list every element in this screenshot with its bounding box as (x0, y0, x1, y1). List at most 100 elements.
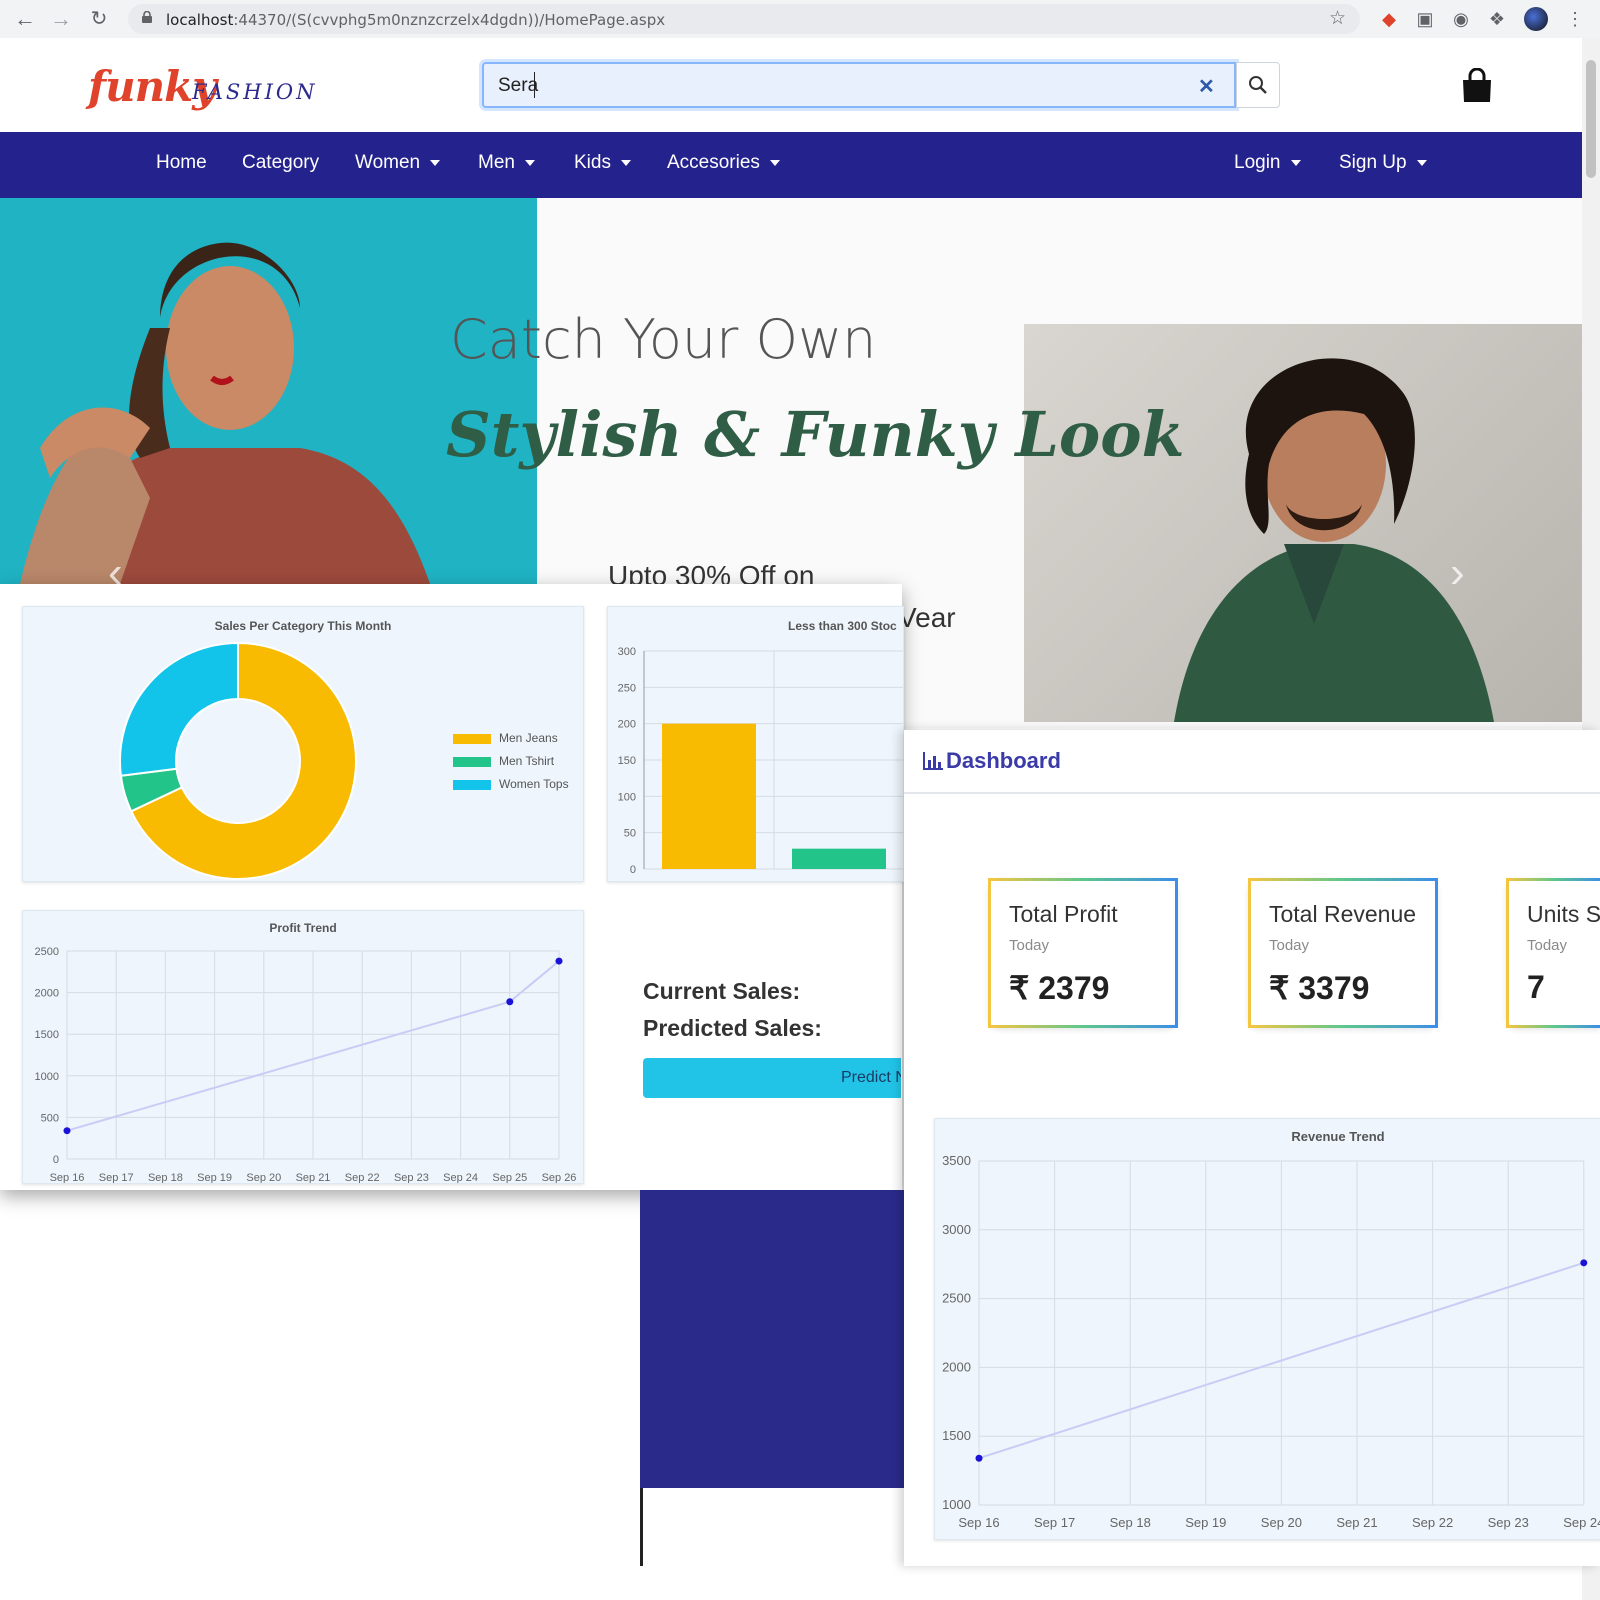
y-tick-label: 200 (618, 719, 636, 731)
y-tick-label: 500 (41, 1112, 59, 1124)
legend-item[interactable]: Women Tops (453, 777, 569, 800)
nav-kids[interactable]: Kids (574, 152, 631, 174)
legend-item[interactable]: Men Jeans (453, 731, 569, 754)
chevron-down-icon (1290, 159, 1301, 166)
nav-accessories-label: Accesories (667, 152, 760, 173)
hero-woman-photo (0, 198, 537, 584)
predict-button[interactable]: Predict N (643, 1058, 901, 1098)
nav-kids-label: Kids (574, 152, 611, 173)
clear-search-icon[interactable]: ✕ (1198, 74, 1215, 99)
y-tick-label: 0 (630, 864, 636, 876)
search-input[interactable] (482, 62, 1236, 108)
reader-icon[interactable]: ▣ (1414, 8, 1436, 30)
y-tick-label: 0 (53, 1154, 59, 1166)
dashboard-title: Dashboard (946, 748, 1061, 773)
back-icon[interactable]: ← (12, 6, 38, 32)
y-tick-label: 1000 (942, 1497, 971, 1512)
hero-offer-text-continued: Vear (898, 602, 956, 633)
chevron-down-icon (769, 159, 780, 166)
current-sales-label: Current Sales: (643, 978, 801, 1004)
nav-women[interactable]: Women (355, 152, 441, 174)
legend-swatch (453, 756, 491, 767)
kpi-card-total-revenue: Total Revenue Today ₹ 3379 (1248, 878, 1438, 1028)
nav-category[interactable]: Category (242, 152, 319, 174)
nav-accessories[interactable]: Accesories (667, 152, 780, 174)
legend-swatch (453, 779, 491, 790)
dashboard-sidebar (640, 1190, 904, 1488)
x-tick-label: Sep 20 (246, 1172, 281, 1183)
search-input-value: Sera (498, 75, 539, 96)
y-tick-label: 3500 (942, 1153, 971, 1168)
chevron-down-icon (620, 159, 631, 166)
x-tick-label: Sep 16 (50, 1172, 85, 1183)
x-tick-label: Sep 17 (99, 1172, 134, 1183)
profit-trend-card: Profit Trend 0 500 1000 1500 2000 2500 Sep 16 S… (22, 910, 584, 1184)
revenue-trend-line-chart: 1000 1500 2000 2500 3000 3500 Sep 16 Sep 17 Sep … (942, 1153, 1600, 1530)
kpi-value: 7 (1527, 969, 1545, 1005)
carousel-next-icon[interactable]: › (1450, 548, 1465, 598)
low-stock-bar-chart: 0501001502002503001000110004 (618, 646, 903, 876)
legend-item[interactable]: Men Tshirt (453, 754, 569, 777)
shopping-bag-icon[interactable] (1460, 68, 1494, 104)
chevron-down-icon (1416, 159, 1427, 166)
search-button[interactable] (1236, 62, 1280, 108)
y-tick-label: 150 (618, 755, 636, 767)
kpi-value: ₹ 2379 (1009, 970, 1110, 1006)
category-sales-title: Sales Per Category This Month (214, 619, 392, 633)
kpi-value: ₹ 3379 (1269, 970, 1370, 1006)
kpi-title: Total Revenue (1269, 901, 1417, 927)
scrollbar-thumb[interactable] (1586, 60, 1596, 178)
x-tick-label: Sep 20 (1261, 1515, 1302, 1530)
profit-trend-line-chart: 0 500 1000 1500 2000 2500 Sep 16 Sep 17 Sep 18 Se… (35, 946, 577, 1183)
bar (662, 723, 756, 869)
y-tick-label: 250 (618, 682, 636, 694)
hero-man-photo (1024, 324, 1582, 722)
kpi-subtitle: Today (1009, 937, 1050, 954)
bar (792, 848, 886, 869)
chevron-down-icon (430, 159, 441, 166)
x-tick-label: Sep 16 (958, 1515, 999, 1530)
nav-signup-label: Sign Up (1339, 152, 1407, 173)
legend-label: Men Tshirt (499, 754, 555, 768)
kpi-card-units-sold: Units S Today 7 (1506, 878, 1600, 1028)
data-point (506, 998, 514, 1006)
nav-men[interactable]: Men (478, 152, 535, 174)
kpi-card-total-profit: Total Profit Today ₹ 2379 (988, 878, 1178, 1028)
puzzle-icon[interactable]: ❖ (1486, 8, 1508, 30)
y-tick-label: 50 (624, 828, 636, 840)
donut-slice (119, 641, 239, 777)
forward-icon[interactable]: → (48, 6, 74, 32)
nav-home[interactable]: Home (156, 152, 207, 174)
x-tick-label: Sep 23 (1488, 1515, 1529, 1530)
kpi-subtitle: Today (1269, 937, 1310, 954)
search-icon (1249, 76, 1267, 94)
address-url: localhost:44370/(S(cvvphg5m0nznzcrzelx4d… (166, 11, 666, 29)
bookmark-star-icon[interactable]: ☆ (1329, 7, 1346, 30)
kpi-title: Total Profit (1009, 901, 1118, 927)
lock-icon (142, 11, 152, 23)
low-stock-card: Less than 300 Stoc 050100150200250300100… (607, 606, 904, 882)
nav-login[interactable]: Login (1234, 152, 1301, 174)
nav-login-label: Login (1234, 152, 1281, 173)
x-tick-label: Sep 21 (1336, 1515, 1377, 1530)
y-tick-label: 1500 (35, 1029, 59, 1041)
nav-signup[interactable]: Sign Up (1339, 152, 1427, 174)
y-tick-label: 100 (618, 791, 636, 803)
x-tick-label: Sep 21 (296, 1172, 331, 1183)
data-point (1580, 1259, 1588, 1267)
woman-figure-illustration (20, 242, 430, 584)
logo-secondary[interactable]: FASHION (192, 80, 318, 104)
y-tick-label: 300 (618, 646, 636, 658)
address-bar[interactable]: localhost:44370/(S(cvvphg5m0nznzcrzelx4d… (128, 4, 1360, 34)
y-tick-label: 3000 (942, 1222, 971, 1237)
profile-avatar[interactable] (1524, 7, 1548, 31)
legend-swatch (453, 733, 491, 744)
y-tick-label: 1000 (35, 1071, 59, 1083)
x-tick-label: Sep 26 (542, 1172, 577, 1183)
x-tick-label: Sep 19 (197, 1172, 232, 1183)
predict-button-label: Predict N (841, 1069, 901, 1086)
extension-icon[interactable]: ◆ (1378, 8, 1400, 30)
menu-dots-icon[interactable]: ⋮ (1566, 8, 1584, 30)
camera-icon[interactable]: ◉ (1450, 8, 1472, 30)
reload-icon[interactable]: ↻ (86, 6, 112, 32)
